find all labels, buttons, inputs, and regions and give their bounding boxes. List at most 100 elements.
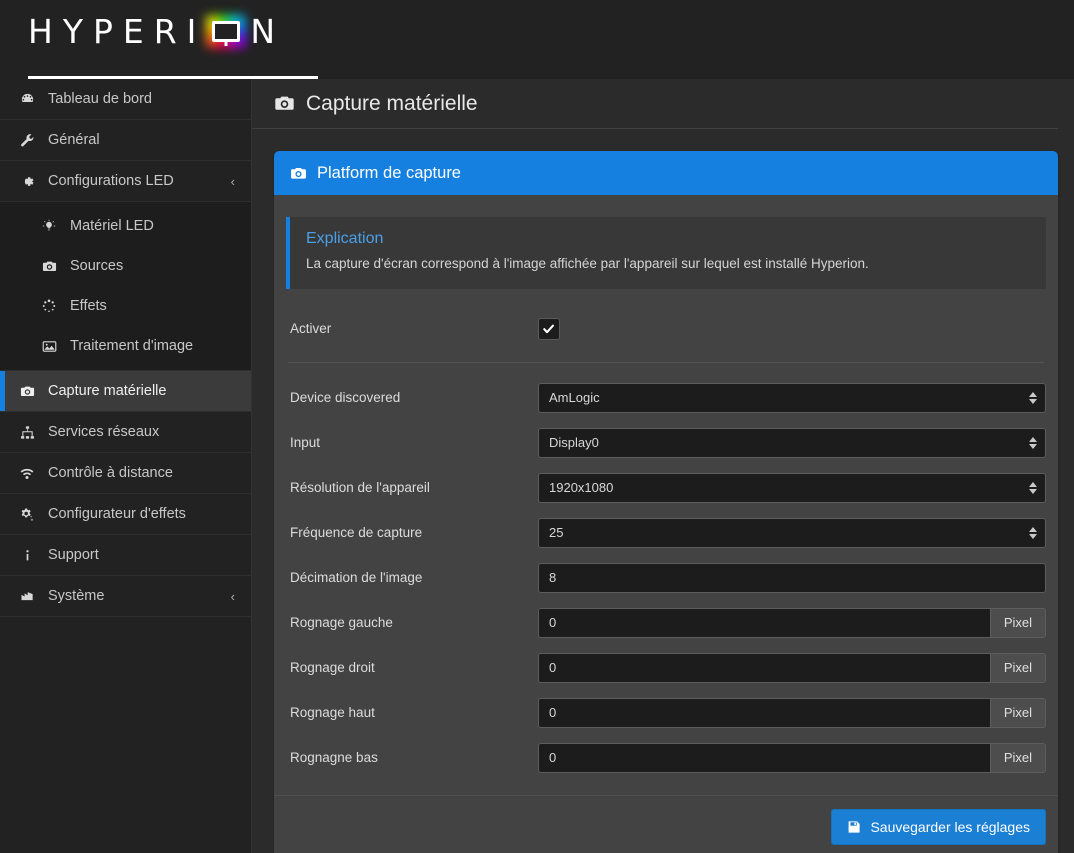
crop-top-unit: Pixel	[989, 697, 1046, 728]
field-crop-left: Rognage gauche Pixel	[286, 601, 1046, 645]
app-root: HYPERI N Tableau de bord Général Configu…	[0, 0, 1074, 853]
sidebar-item-label: Capture matérielle	[48, 383, 167, 399]
sidebar-item-network-services[interactable]: Services réseaux	[0, 412, 251, 453]
select-value: 25	[549, 525, 564, 541]
chart-bar-icon	[16, 589, 38, 604]
field-device-resolution: Résolution de l'appareil 1920x1080	[286, 466, 1046, 510]
sidebar-item-hardware-capture[interactable]: Capture matérielle	[0, 371, 251, 412]
select-arrows-icon	[1029, 391, 1037, 404]
panel-footer: Sauvegarder les réglages	[274, 794, 1058, 853]
crop-left-unit: Pixel	[989, 607, 1046, 638]
device-resolution-select[interactable]: 1920x1080	[538, 472, 1046, 503]
select-value: AmLogic	[549, 390, 600, 406]
chevron-left-icon[interactable]: ‹	[231, 175, 235, 188]
field-image-decimation: Décimation de l'image	[286, 556, 1046, 600]
crop-left-input[interactable]	[538, 607, 990, 638]
chevron-left-icon[interactable]: ‹	[231, 590, 235, 603]
save-settings-button[interactable]: Sauvegarder les réglages	[831, 808, 1046, 845]
crop-right-input[interactable]	[538, 652, 990, 683]
field-label: Fréquence de capture	[290, 525, 423, 541]
device-discovered-select[interactable]: AmLogic	[538, 382, 1046, 413]
sidebar-item-label: Tableau de bord	[48, 91, 152, 107]
panel-header-title: Platform de capture	[317, 163, 461, 182]
panel-header: Platform de capture	[274, 151, 1058, 195]
tv-monitor-icon	[206, 14, 247, 50]
field-crop-right: Rognage droit Pixel	[286, 646, 1046, 690]
sidebar-item-remote-control[interactable]: Contrôle à distance	[0, 453, 251, 494]
info-icon	[16, 548, 38, 563]
field-label: Rognage droit	[290, 660, 375, 676]
field-device-discovered: Device discovered AmLogic	[286, 376, 1046, 420]
logo-text-part1: HYPERI	[28, 11, 207, 51]
select-value: Display0	[549, 435, 599, 451]
field-label: Rognage gauche	[290, 615, 393, 631]
enable-checkbox[interactable]	[538, 317, 560, 340]
dashboard-icon	[16, 92, 38, 107]
sidebar-submenu-led-configurations: Matériel LED Sources Effets Traitement d…	[0, 202, 251, 371]
field-input: Input Display0	[286, 421, 1046, 465]
enable-label: Activer	[290, 321, 332, 337]
section-divider	[288, 361, 1044, 363]
field-label: Device discovered	[290, 390, 401, 406]
image-decimation-input[interactable]	[538, 562, 1046, 593]
sidebar-item-label: Système	[48, 588, 105, 604]
sidebar-item-image-processing[interactable]: Traitement d'image	[0, 326, 251, 366]
input-select[interactable]: Display0	[538, 427, 1046, 458]
sidebar-item-label: Général	[48, 132, 100, 148]
crop-bottom-unit: Pixel	[989, 742, 1046, 773]
select-arrows-icon	[1029, 436, 1037, 449]
tv-stand-shape	[224, 39, 228, 46]
sidebar-item-general[interactable]: Général	[0, 120, 251, 161]
wifi-icon	[16, 466, 38, 481]
wrench-icon	[16, 133, 38, 148]
sidebar-item-led-hardware[interactable]: Matériel LED	[0, 206, 251, 246]
sidebar-item-system[interactable]: Système ‹	[0, 576, 251, 617]
sidebar-item-dashboard[interactable]: Tableau de bord	[0, 79, 251, 120]
crop-right-group: Pixel	[538, 652, 1046, 683]
explanation-text: La capture d'écran correspond à l'image …	[306, 256, 869, 271]
panel-body: Explication La capture d'écran correspon…	[274, 195, 1058, 795]
sidebar-item-led-configurations[interactable]: Configurations LED ‹	[0, 161, 251, 202]
field-label: Input	[290, 435, 321, 451]
field-label: Décimation de l'image	[290, 570, 423, 586]
field-crop-bottom: Rognagne bas Pixel	[286, 736, 1046, 780]
field-label: Résolution de l'appareil	[290, 480, 430, 496]
capture-frequency-select[interactable]: 25	[538, 517, 1046, 548]
crop-top-input[interactable]	[538, 697, 990, 728]
save-button-label: Sauvegarder les réglages	[870, 818, 1030, 835]
field-capture-frequency: Fréquence de capture 25	[286, 511, 1046, 555]
capture-platform-panel: Platform de capture Explication La captu…	[274, 151, 1058, 853]
app-header: HYPERI N	[0, 0, 1074, 79]
camera-icon	[290, 165, 307, 182]
crop-bottom-input[interactable]	[538, 742, 990, 773]
sidebar-item-label: Matériel LED	[70, 218, 154, 234]
select-value: 1920x1080	[549, 480, 614, 496]
crop-right-unit: Pixel	[989, 652, 1046, 683]
sidebar-item-effects[interactable]: Effets	[0, 286, 251, 326]
gear-icon	[16, 174, 38, 189]
sidebar-item-label: Configurations LED	[48, 173, 174, 189]
field-crop-top: Rognage haut Pixel	[286, 691, 1046, 735]
picture-icon	[38, 339, 60, 354]
sidebar-item-label: Contrôle à distance	[48, 465, 173, 481]
sidebar-item-label: Support	[48, 547, 99, 563]
save-icon	[847, 820, 861, 834]
sidebar-item-label: Sources	[70, 258, 124, 274]
sidebar-item-sources[interactable]: Sources	[0, 246, 251, 286]
check-icon	[543, 324, 554, 334]
sidebar-item-effects-configurator[interactable]: Configurateur d'effets	[0, 494, 251, 535]
crop-left-group: Pixel	[538, 607, 1046, 638]
sidebar-item-label: Services réseaux	[48, 424, 160, 440]
logo-text: HYPERI N	[28, 11, 285, 51]
hyperion-logo[interactable]: HYPERI N	[28, 11, 285, 66]
cogs-icon	[16, 507, 38, 522]
field-label: Rognage haut	[290, 705, 375, 721]
sidebar-item-support[interactable]: Support	[0, 535, 251, 576]
select-arrows-icon	[1029, 526, 1037, 539]
lightbulb-icon	[38, 219, 60, 233]
sidebar-item-label: Effets	[70, 298, 107, 314]
sitemap-icon	[16, 425, 38, 440]
camera-icon	[38, 259, 60, 274]
crop-top-group: Pixel	[538, 697, 1046, 728]
sidebar-item-label: Traitement d'image	[70, 338, 194, 354]
